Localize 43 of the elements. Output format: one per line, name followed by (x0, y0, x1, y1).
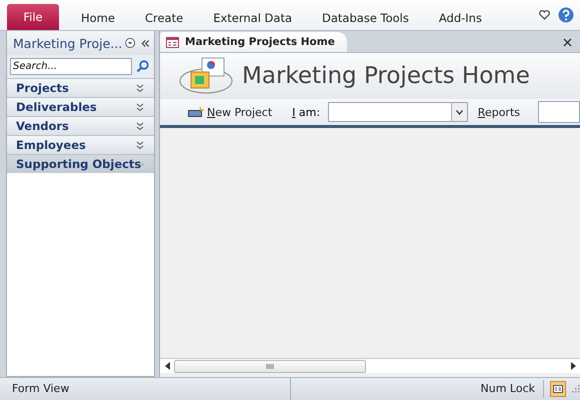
ribbon-tab[interactable]: External Data (199, 6, 306, 30)
new-project-button[interactable]: New Project (186, 104, 274, 120)
nav-group[interactable]: Supporting Objects (7, 154, 154, 173)
form-icon (166, 36, 179, 48)
collapse-icon[interactable] (141, 38, 150, 48)
ribbon-tab[interactable]: Database Tools (308, 6, 423, 30)
ribbon-tab[interactable]: Add-Ins (424, 6, 496, 30)
document-tab[interactable]: Marketing Projects Home (160, 32, 347, 52)
resize-grip-icon[interactable] (572, 385, 580, 393)
dropdown-icon[interactable] (125, 37, 136, 49)
help-icon[interactable] (558, 7, 574, 23)
num-lock-indicator: Num Lock (480, 380, 544, 398)
nav-group[interactable]: Deliverables (7, 97, 154, 116)
horizontal-scrollbar[interactable] (160, 358, 580, 373)
form-view-button[interactable] (550, 381, 566, 397)
ribbon-tab[interactable]: Home (67, 6, 129, 30)
pane-title: Marketing Proje... (13, 36, 122, 50)
right-arrow-icon[interactable] (570, 362, 576, 370)
search-icon[interactable] (136, 60, 149, 73)
status-view-label: Form View (0, 378, 291, 400)
ribbon-tab[interactable]: Create (130, 6, 198, 30)
double-chevron-icon (136, 140, 144, 150)
nav-group[interactable]: Vendors (7, 116, 154, 135)
left-arrow-icon[interactable] (164, 362, 170, 370)
nav-group[interactable]: Employees (7, 135, 154, 154)
grip-icon (266, 364, 274, 369)
presentation-folder-drawing (178, 56, 234, 96)
new-record-icon (188, 107, 204, 117)
double-chevron-icon (136, 102, 144, 112)
form-icon (553, 385, 563, 393)
ribbon-tab[interactable]: File (7, 4, 59, 30)
search-field[interactable]: Search... (10, 58, 132, 75)
form-heading: Marketing Projects Home (242, 63, 530, 89)
reports-combo-box[interactable] (538, 101, 580, 123)
heart-icon[interactable] (539, 10, 550, 20)
double-chevron-icon (136, 122, 144, 130)
scroll-thumb[interactable] (174, 360, 366, 373)
reports-button[interactable]: Reports (476, 104, 522, 120)
close-icon[interactable] (563, 38, 572, 47)
double-chevron-icon (136, 84, 144, 92)
user-label: I am: (292, 106, 320, 118)
nav-group[interactable]: Projects (7, 78, 154, 97)
user-combo-box[interactable] (328, 102, 468, 122)
